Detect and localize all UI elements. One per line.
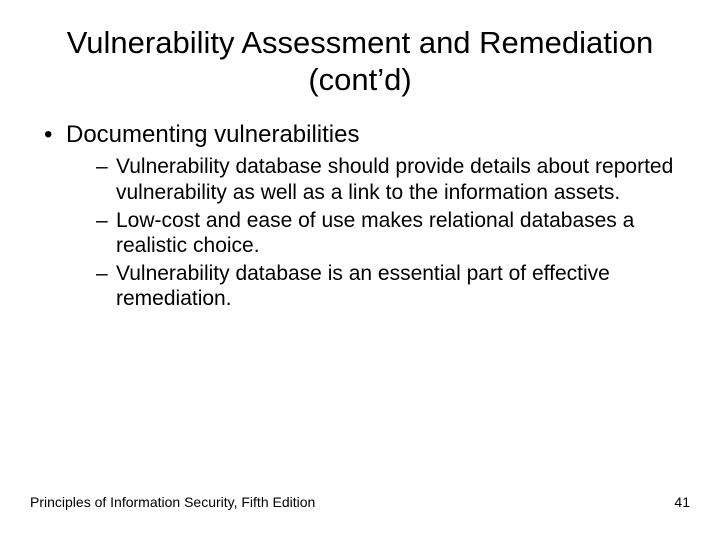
list-item: Documenting vulnerabilities Vulnerabilit… bbox=[40, 120, 690, 312]
footer-left: Principles of Information Security, Fift… bbox=[30, 494, 315, 510]
slide-title: Vulnerability Assessment and Remediation… bbox=[30, 24, 690, 98]
bullet-list-level1: Documenting vulnerabilities Vulnerabilit… bbox=[30, 120, 690, 312]
list-item: Vulnerability database is an essential p… bbox=[96, 261, 690, 312]
list-item: Vulnerability database should provide de… bbox=[96, 154, 690, 205]
bullet-text: Low-cost and ease of use makes relationa… bbox=[116, 209, 634, 258]
footer: Principles of Information Security, Fift… bbox=[30, 494, 690, 510]
slide: Vulnerability Assessment and Remediation… bbox=[0, 0, 720, 540]
bullet-text: Documenting vulnerabilities bbox=[66, 121, 359, 148]
page-number: 41 bbox=[674, 494, 690, 510]
list-item: Low-cost and ease of use makes relationa… bbox=[96, 208, 690, 259]
bullet-text: Vulnerability database is an essential p… bbox=[116, 262, 610, 311]
bullet-list-level2: Vulnerability database should provide de… bbox=[66, 154, 690, 312]
bullet-text: Vulnerability database should provide de… bbox=[116, 155, 673, 204]
